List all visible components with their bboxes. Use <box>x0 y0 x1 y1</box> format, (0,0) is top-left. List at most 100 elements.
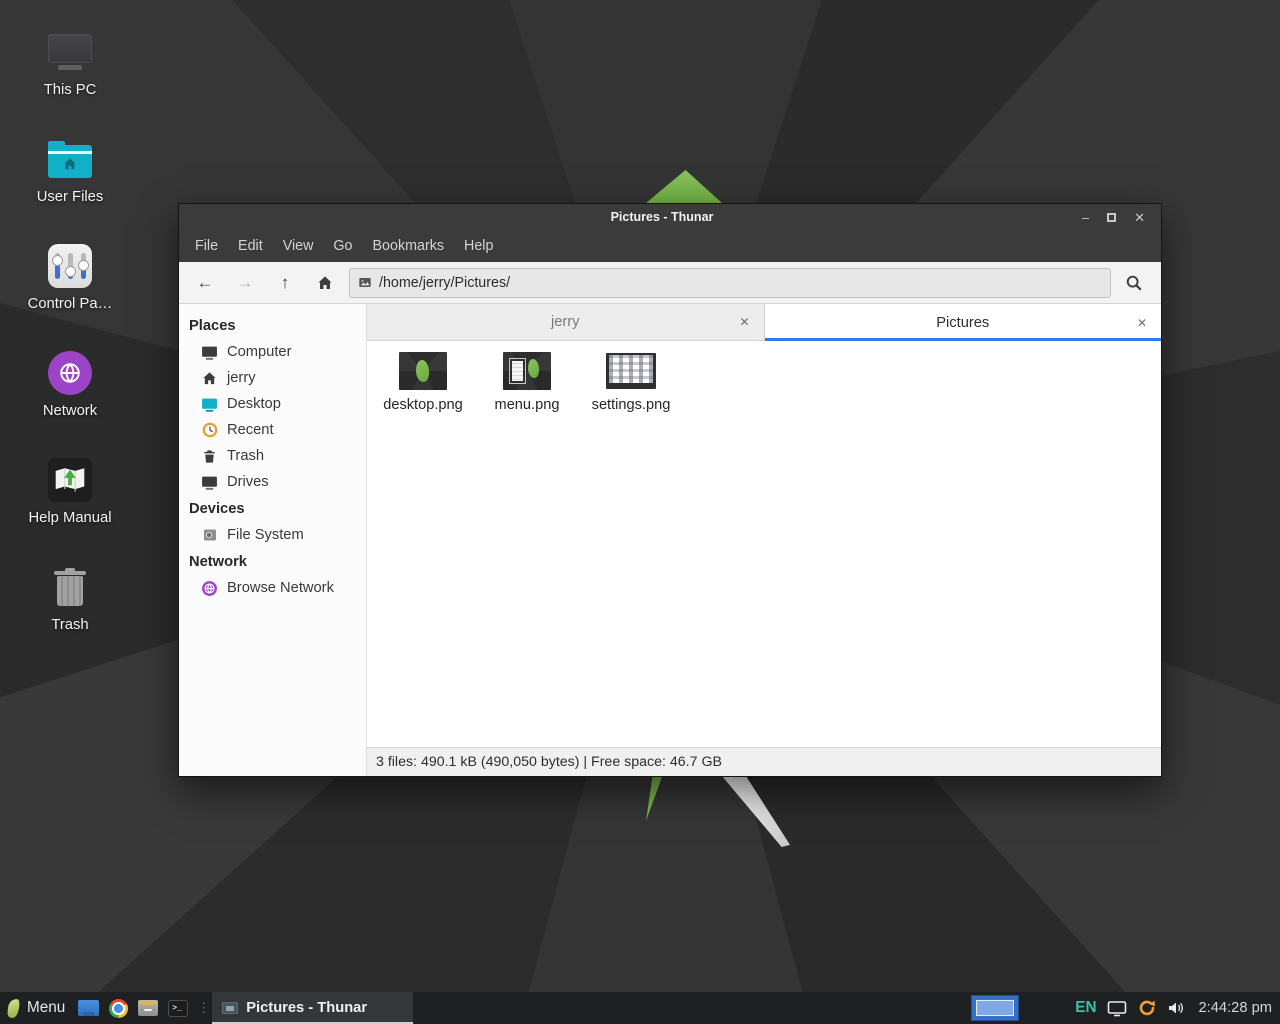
menu-go[interactable]: Go <box>323 238 362 254</box>
sidebar-item-label: Recent <box>227 422 274 438</box>
sidebar-header-places: Places <box>179 312 366 339</box>
toolbar: ← → ↑ <box>179 262 1161 304</box>
window-controls: – ✕ <box>1049 211 1161 224</box>
window-body: Places Computer jerry <box>179 304 1161 776</box>
tab-label: Pictures <box>936 315 989 331</box>
workspace-switcher[interactable] <box>971 995 1019 1021</box>
harddrive-icon <box>201 527 218 544</box>
display-icon[interactable] <box>1107 1000 1127 1017</box>
menu-file[interactable]: File <box>185 238 228 254</box>
sidebar-item-trash[interactable]: Trash <box>179 443 366 469</box>
sidebar-item-home[interactable]: jerry <box>179 365 366 391</box>
minimize-icon[interactable]: – <box>1082 211 1089 224</box>
tab-label: jerry <box>551 314 580 330</box>
desktop-icon-user-files[interactable]: User Files <box>14 135 126 205</box>
menu-help[interactable]: Help <box>454 238 503 254</box>
sidebar-item-label: Computer <box>227 344 292 360</box>
terminal-launcher[interactable]: >_ <box>163 992 193 1024</box>
mint-logo-icon <box>7 998 20 1018</box>
trash-icon <box>57 563 83 611</box>
file-desktop-png[interactable]: desktop.png <box>373 349 473 413</box>
file-cabinet-icon <box>138 1000 158 1016</box>
network-globe-icon <box>48 349 92 397</box>
thunar-window: Pictures - Thunar – ✕ File Edit View Go … <box>178 203 1162 777</box>
close-icon[interactable]: ✕ <box>1134 211 1145 224</box>
maximize-icon[interactable] <box>1107 213 1116 222</box>
menu-bookmarks[interactable]: Bookmarks <box>363 238 455 254</box>
desktop-icon-label: Help Manual <box>28 510 111 526</box>
tab-pictures[interactable]: Pictures ✕ <box>765 304 1162 341</box>
sidebar-item-file-system[interactable]: File System <box>179 522 366 548</box>
desktop-icon-trash[interactable]: Trash <box>14 563 126 633</box>
computer-icon <box>48 28 92 76</box>
sidebar-item-computer[interactable]: Computer <box>179 339 366 365</box>
archive-launcher[interactable] <box>133 992 163 1024</box>
search-icon[interactable] <box>1117 268 1151 298</box>
file-view[interactable]: desktop.png menu.png settings.png <box>367 341 1161 747</box>
file-menu-png[interactable]: menu.png <box>477 349 577 413</box>
tab-jerry[interactable]: jerry ✕ <box>367 304 765 341</box>
desktop-icon-column: This PC User Files Control Pa… <box>14 28 126 633</box>
chrome-launcher[interactable] <box>103 992 133 1024</box>
panel-handle-icon: ⋮ <box>197 1000 208 1016</box>
sidebar-item-drives[interactable]: Drives <box>179 469 366 495</box>
sidebar-item-label: Drives <box>227 474 269 490</box>
path-bar[interactable] <box>349 268 1111 298</box>
home-folder-icon <box>48 135 92 183</box>
sidebar-item-label: Trash <box>227 448 264 464</box>
task-button-label: Pictures - Thunar <box>246 1000 367 1016</box>
image-thumbnail <box>503 349 551 393</box>
sidebar: Places Computer jerry <box>179 304 367 776</box>
start-menu-button[interactable]: Menu <box>0 992 73 1024</box>
sidebar-header-network: Network <box>179 548 366 575</box>
menu-view[interactable]: View <box>273 238 324 254</box>
system-tray: EN 2:44:28 pm <box>971 995 1280 1021</box>
window-title: Pictures - Thunar <box>179 210 1049 224</box>
desktop-icon-network[interactable]: Network <box>14 349 126 419</box>
tab-close-icon[interactable]: ✕ <box>739 315 749 329</box>
sidebar-item-desktop[interactable]: Desktop <box>179 391 366 417</box>
desktop-screen: This PC User Files Control Pa… <box>0 0 1280 1024</box>
active-workspace[interactable] <box>976 1000 1014 1016</box>
file-name: settings.png <box>592 397 671 413</box>
help-manual-icon <box>48 456 92 504</box>
sidebar-item-browse-network[interactable]: Browse Network <box>179 575 366 601</box>
sidebar-item-label: File System <box>227 527 304 543</box>
menu-edit[interactable]: Edit <box>228 238 273 254</box>
image-file-icon <box>358 276 372 289</box>
desktop-icon-control-panel[interactable]: Control Pa… <box>14 242 126 312</box>
thunar-task-icon <box>222 1002 238 1014</box>
files-icon <box>78 1000 99 1016</box>
titlebar[interactable]: Pictures - Thunar – ✕ <box>179 204 1161 230</box>
task-button-thunar[interactable]: Pictures - Thunar <box>212 992 413 1024</box>
status-text: 3 files: 490.1 kB (490,050 bytes) | Free… <box>376 754 722 770</box>
file-name: menu.png <box>495 397 560 413</box>
sidebar-item-label: Desktop <box>227 396 281 412</box>
keyboard-layout-indicator[interactable]: EN <box>1075 999 1096 1017</box>
update-refresh-icon[interactable] <box>1137 998 1157 1018</box>
back-icon[interactable]: ← <box>189 268 221 298</box>
path-input[interactable] <box>379 275 1102 291</box>
trash-icon <box>201 448 218 465</box>
forward-icon[interactable]: → <box>229 268 261 298</box>
desktop-icon <box>201 396 218 413</box>
tab-close-icon[interactable]: ✕ <box>1137 316 1147 330</box>
desktop-icon-label: Trash <box>51 617 88 633</box>
home-icon[interactable] <box>309 268 341 298</box>
up-icon[interactable]: ↑ <box>269 268 301 298</box>
desktop-icon-label: Network <box>43 403 97 419</box>
desktop-icon-this-pc[interactable]: This PC <box>14 28 126 98</box>
sidebar-item-recent[interactable]: Recent <box>179 417 366 443</box>
sidebar-item-label: jerry <box>227 370 256 386</box>
taskbar: Menu >_ ⋮ Pictures - Thunar EN 2:44:28 p… <box>0 992 1280 1024</box>
desktop-icon-help-manual[interactable]: Help Manual <box>14 456 126 526</box>
sidebar-header-devices: Devices <box>179 495 366 522</box>
clock[interactable]: 2:44:28 pm <box>1199 1000 1273 1016</box>
desktop-icon-label: This PC <box>44 82 97 98</box>
browse-network-icon <box>201 580 218 597</box>
desktop-icon-label: Control Pa… <box>28 296 113 312</box>
volume-icon[interactable] <box>1167 1000 1185 1016</box>
menu-button-label: Menu <box>27 999 65 1017</box>
file-manager-launcher[interactable] <box>73 992 103 1024</box>
file-settings-png[interactable]: settings.png <box>581 349 681 413</box>
